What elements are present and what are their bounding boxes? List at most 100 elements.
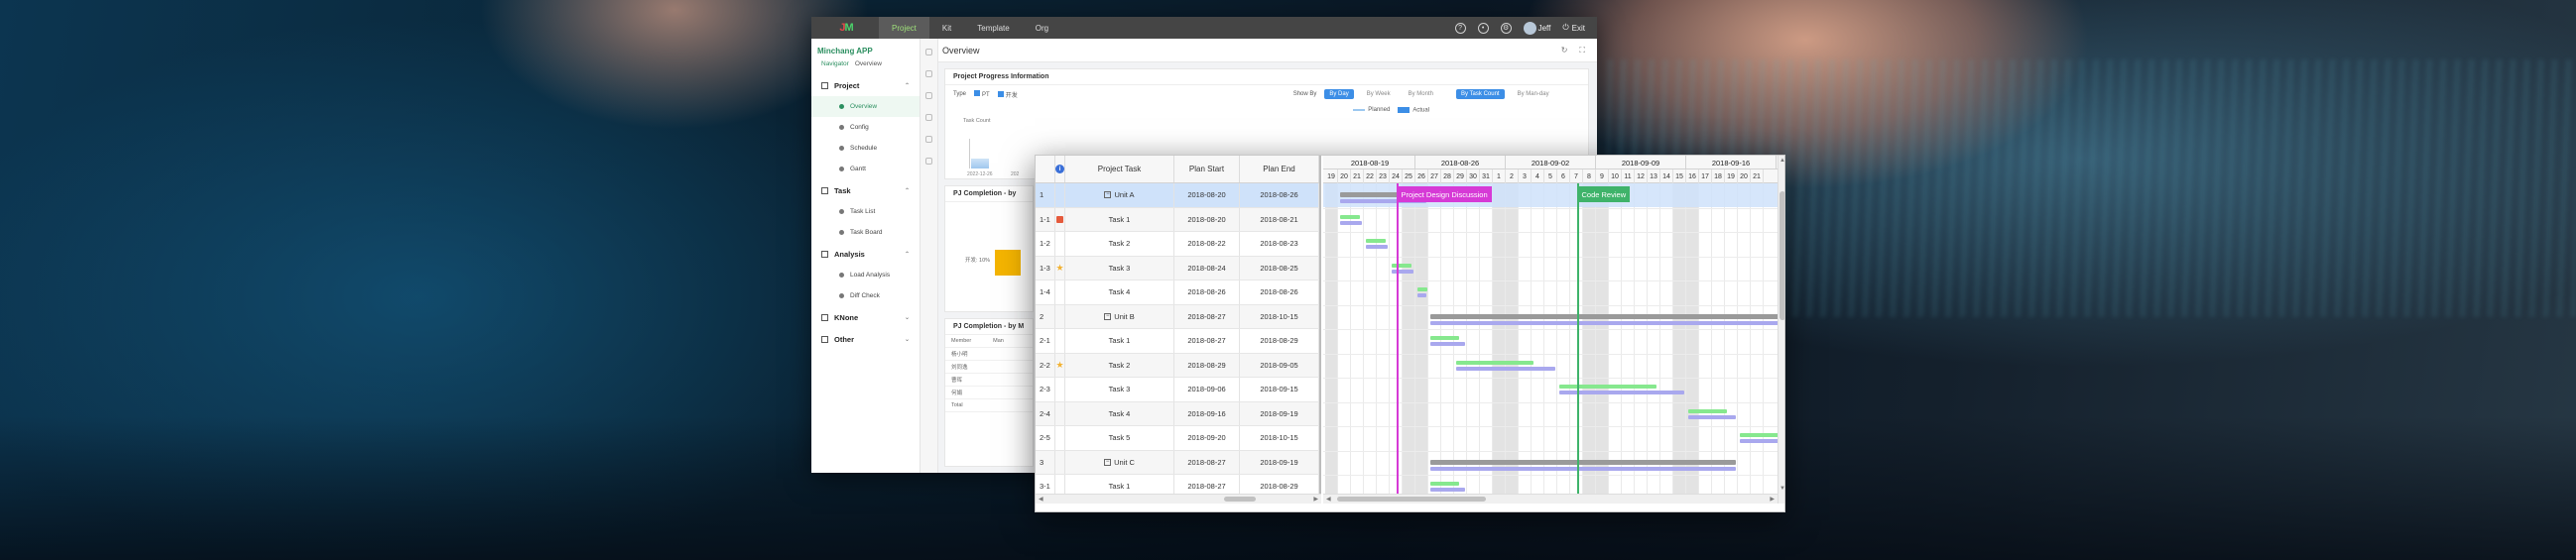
table-row[interactable]: 3− Unit C 2018-08-27 2018-09-19 — [1036, 450, 1319, 475]
task-name-cell[interactable]: Task 4 — [1065, 401, 1174, 425]
sidebar-item-diff-check[interactable]: Diff Check — [811, 285, 920, 306]
settings-icon[interactable]: ⚙ — [1500, 22, 1512, 34]
table-row[interactable]: 2-4 Task 4 2018-09-16 2018-09-19 — [1036, 401, 1319, 426]
count-by-manday[interactable]: By Man-day — [1513, 89, 1554, 99]
actual-bar[interactable] — [1456, 360, 1533, 365]
clock-icon[interactable] — [925, 92, 932, 99]
milestone-label[interactable]: Code Review — [1577, 186, 1631, 202]
table-row[interactable]: 1-1 Task 1 2018-08-20 2018-08-21 — [1036, 207, 1319, 232]
col-header-task[interactable]: Project Task — [1065, 156, 1174, 182]
gantt-v-scrollbar[interactable]: ▲ ▼ — [1778, 156, 1784, 504]
task-name-cell[interactable]: Task 1 — [1065, 207, 1174, 231]
refresh-icon[interactable]: ↻ — [1561, 46, 1568, 56]
scroll-thumb[interactable] — [1224, 497, 1256, 502]
app-logo[interactable]: JM — [833, 20, 859, 36]
actual-bar[interactable] — [1392, 263, 1411, 268]
collapse-icon[interactable]: − — [1104, 191, 1112, 199]
actual-bar[interactable] — [1559, 385, 1656, 389]
plan-bar[interactable] — [1430, 488, 1465, 492]
task-name-cell[interactable]: Task 1 — [1065, 329, 1174, 353]
info-icon[interactable]: i — [1055, 165, 1064, 173]
plan-bar[interactable] — [1366, 245, 1388, 249]
col-header-end[interactable]: Plan End — [1240, 156, 1319, 182]
actual-bar[interactable] — [1417, 287, 1427, 291]
table-row[interactable]: 2− Unit B 2018-08-27 2018-10-15 — [1036, 304, 1319, 329]
group-analysis[interactable]: Analysis ⌃ — [811, 243, 920, 265]
edit-icon[interactable] — [925, 114, 932, 121]
topnav-org[interactable]: Org — [1023, 17, 1061, 39]
exit-button[interactable]: ⏻ Exit — [1562, 23, 1585, 33]
summary-plan-bar[interactable] — [1430, 466, 1736, 471]
topnav-kit[interactable]: Kit — [929, 17, 964, 39]
plan-bar[interactable] — [1340, 220, 1362, 225]
plan-bar[interactable] — [1417, 293, 1426, 297]
table-h-scrollbar[interactable]: ◀ ▶ — [1036, 494, 1321, 504]
group-task[interactable]: Task ⌃ — [811, 179, 920, 201]
group-project[interactable]: Project ⌃ — [811, 74, 920, 96]
sidebar-item-overview[interactable]: Overview — [811, 96, 920, 117]
plan-bar[interactable] — [1430, 342, 1465, 346]
sidebar-item-task-board[interactable]: Task Board — [811, 222, 920, 243]
sidebar-item-schedule[interactable]: Schedule — [811, 138, 920, 159]
task-name-cell[interactable]: Task 4 — [1065, 280, 1174, 304]
scroll-up-icon[interactable]: ▲ — [1779, 158, 1784, 164]
tab-navigator[interactable]: Navigator — [821, 60, 849, 74]
type-option-pt[interactable]: PT — [974, 90, 990, 98]
trash-icon[interactable] — [925, 136, 932, 143]
sidebar-item-gantt[interactable]: Gantt — [811, 159, 920, 179]
scroll-thumb[interactable] — [1779, 191, 1784, 320]
table-row[interactable]: 1-3 ★ Task 3 2018-08-24 2018-08-25 — [1036, 256, 1319, 280]
summary-bar[interactable] — [1430, 459, 1736, 465]
summary-bar[interactable] — [1430, 313, 1784, 319]
task-name-cell[interactable]: − Unit C — [1065, 450, 1174, 474]
sidebar-item-config[interactable]: Config — [811, 117, 920, 138]
task-name-cell[interactable]: Task 5 — [1065, 426, 1174, 450]
collapse-icon[interactable]: − — [1104, 458, 1112, 466]
table-row[interactable]: 2-1 Task 1 2018-08-27 2018-08-29 — [1036, 329, 1319, 354]
plan-bar[interactable] — [1456, 366, 1555, 371]
user-menu[interactable]: Jeff — [1523, 21, 1550, 35]
sidebar-item-load-analysis[interactable]: Load Analysis — [811, 265, 920, 285]
plan-bar[interactable] — [1688, 414, 1736, 419]
type-option-dev[interactable]: 开发 — [997, 90, 1018, 99]
scroll-right-icon[interactable]: ▶ — [1313, 496, 1318, 503]
bell-icon[interactable]: • — [1477, 22, 1489, 34]
table-row[interactable]: 1− Unit A 2018-08-20 2018-08-26 — [1036, 183, 1319, 208]
actual-bar[interactable] — [1340, 214, 1360, 219]
table-row[interactable]: 1-2 Task 2 2018-08-22 2018-08-23 — [1036, 232, 1319, 257]
plus-icon[interactable] — [925, 158, 932, 165]
summary-plan-bar[interactable] — [1430, 320, 1784, 325]
fullscreen-icon[interactable]: ⛶ — [1579, 46, 1585, 56]
gantt-h-scrollbar[interactable]: ◀ ▶ — [1323, 494, 1778, 504]
task-name-cell[interactable]: − Unit B — [1065, 304, 1174, 328]
topnav-project[interactable]: Project — [879, 17, 929, 39]
sidebar-item-task-list[interactable]: Task List — [811, 201, 920, 222]
actual-bar[interactable] — [1688, 408, 1727, 413]
table-row[interactable]: 1-4 Task 4 2018-08-26 2018-08-26 — [1036, 280, 1319, 305]
task-name-cell[interactable]: Task 3 — [1065, 256, 1174, 280]
eye-icon[interactable] — [925, 49, 932, 56]
scroll-left-icon[interactable]: ◀ — [1039, 496, 1043, 503]
scroll-down-icon[interactable]: ▼ — [1779, 486, 1784, 492]
plan-bar[interactable] — [1392, 269, 1413, 274]
task-name-cell[interactable]: − Unit A — [1065, 183, 1174, 207]
tab-overview[interactable]: Overview — [855, 60, 882, 74]
scroll-right-icon[interactable]: ▶ — [1770, 496, 1775, 503]
group-know[interactable]: KNone ⌄ — [811, 306, 920, 328]
table-row[interactable]: 2-5 Task 5 2018-09-20 2018-10-15 — [1036, 426, 1319, 451]
table-row[interactable]: 2-3 Task 3 2018-09-06 2018-09-15 — [1036, 378, 1319, 402]
count-by-task[interactable]: By Task Count — [1456, 89, 1505, 99]
task-name-cell[interactable]: Task 2 — [1065, 353, 1174, 377]
copy-icon[interactable] — [925, 70, 932, 77]
milestone-label[interactable]: Project Design Discussion — [1397, 186, 1492, 202]
table-row[interactable]: 2-2 ★ Task 2 2018-08-29 2018-09-05 — [1036, 353, 1319, 378]
show-by-day[interactable]: By Day — [1324, 89, 1354, 99]
actual-bar[interactable] — [1366, 239, 1386, 243]
task-name-cell[interactable]: Task 2 — [1065, 232, 1174, 256]
group-other[interactable]: Other ⌄ — [811, 328, 920, 350]
col-header-start[interactable]: Plan Start — [1174, 156, 1240, 182]
topnav-template[interactable]: Template — [964, 17, 1022, 39]
scroll-left-icon[interactable]: ◀ — [1326, 496, 1331, 503]
actual-bar[interactable] — [1430, 482, 1460, 486]
show-by-month[interactable]: By Month — [1404, 89, 1438, 99]
